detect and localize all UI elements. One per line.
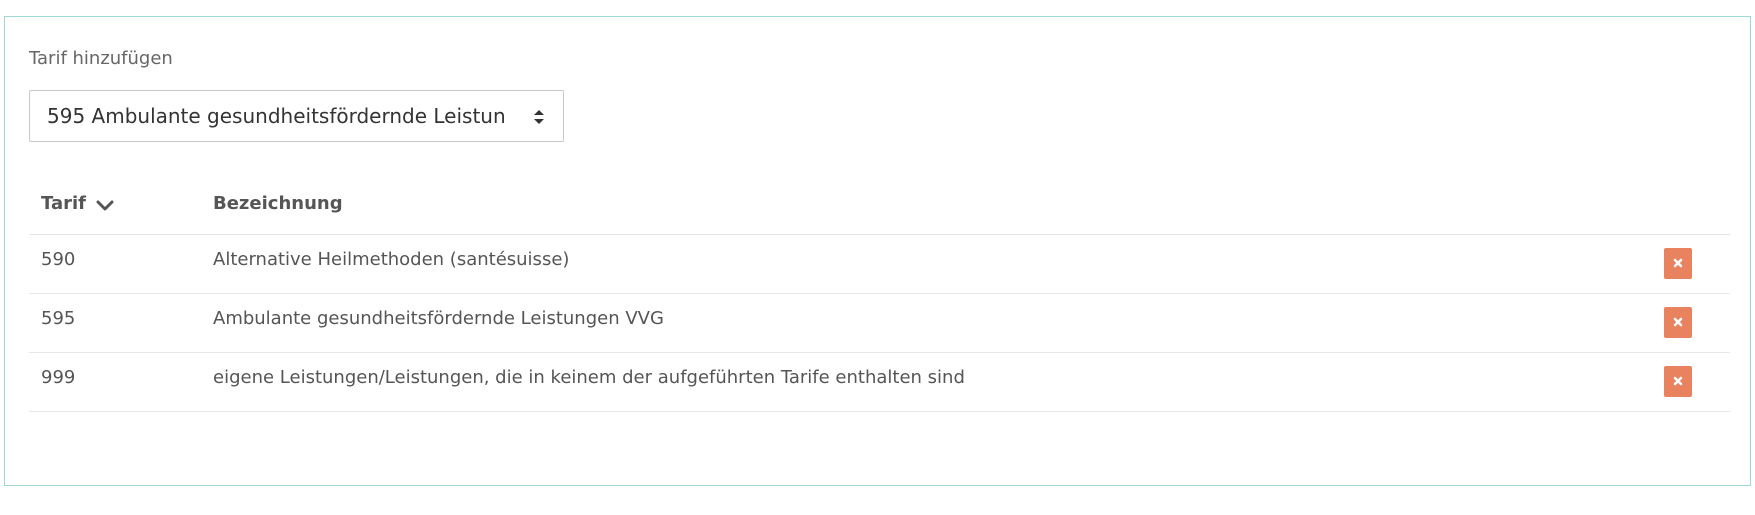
cell-tarif: 590 <box>41 249 76 270</box>
delete-row-button[interactable] <box>1664 248 1692 279</box>
delete-row-button[interactable] <box>1664 307 1692 338</box>
tarif-panel: Tarif hinzufügen 595 Ambulante gesundhei… <box>4 16 1751 486</box>
column-header-tarif[interactable]: Tarif <box>41 193 86 214</box>
cell-bezeichnung: Ambulante gesundheitsfördernde Leistunge… <box>213 308 664 329</box>
tarif-table: Tarif Bezeichnung 590 Alternative Heilme… <box>29 185 1730 412</box>
column-header-tarif-label: Tarif <box>41 193 86 214</box>
table-header: Tarif Bezeichnung <box>29 185 1730 235</box>
sort-arrows-icon <box>533 108 545 126</box>
table-row: 590 Alternative Heilmethoden (santésuiss… <box>29 235 1730 294</box>
close-icon <box>1673 376 1683 386</box>
tarif-add-label: Tarif hinzufügen <box>29 48 173 69</box>
cell-tarif: 595 <box>41 308 76 329</box>
column-header-bezeichnung: Bezeichnung <box>213 193 343 214</box>
close-icon <box>1673 317 1683 327</box>
cell-bezeichnung: Alternative Heilmethoden (santésuisse) <box>213 249 570 270</box>
cell-tarif: 999 <box>41 367 76 388</box>
table-row: 595 Ambulante gesundheitsfördernde Leist… <box>29 294 1730 353</box>
cell-bezeichnung: eigene Leistungen/Leistungen, die in kei… <box>213 367 965 388</box>
tarif-select[interactable]: 595 Ambulante gesundheitsfördernde Leist… <box>29 90 564 142</box>
tarif-select-value: 595 Ambulante gesundheitsfördernde Leist… <box>47 104 506 128</box>
close-icon <box>1673 258 1683 268</box>
table-row: 999 eigene Leistungen/Leistungen, die in… <box>29 353 1730 412</box>
delete-row-button[interactable] <box>1664 366 1692 397</box>
chevron-down-icon[interactable] <box>96 197 114 211</box>
